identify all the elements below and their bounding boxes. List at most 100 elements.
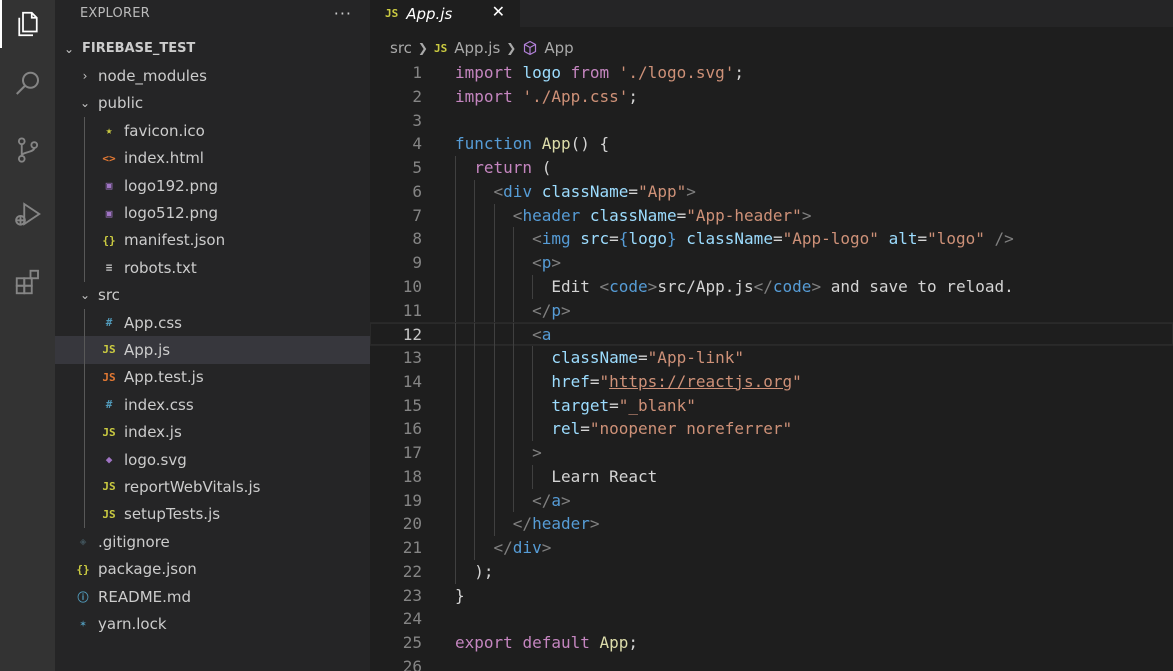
tab-app-js[interactable]: JS App.js ✕	[370, 0, 520, 27]
code-line[interactable]: 18 Learn React	[370, 464, 1173, 489]
code-line[interactable]: 2 import './App.css';	[370, 85, 1173, 109]
code-line[interactable]: 25 export default App;	[370, 631, 1173, 655]
tree-file[interactable]: ▣ logo512.png	[55, 199, 370, 227]
tree-file[interactable]: ◈ .gitignore	[55, 528, 370, 555]
code-token: return	[474, 158, 533, 177]
code-line[interactable]: 9 <p>	[370, 251, 1173, 275]
code-line[interactable]: 5 return (	[370, 156, 1173, 180]
indent-guide	[84, 418, 85, 446]
tree-file[interactable]: ▣ logo192.png	[55, 171, 370, 200]
code-line[interactable]: 22 );	[370, 559, 1173, 584]
code-token: logo	[628, 229, 667, 249]
search-button[interactable]	[0, 60, 55, 108]
tree-file[interactable]: # index.css	[55, 391, 370, 419]
code-token: >	[551, 253, 561, 272]
close-icon[interactable]: ✕	[492, 2, 505, 21]
line-number: 13	[402, 348, 422, 367]
tree-file[interactable]: <> index.html	[55, 144, 370, 172]
code-line[interactable]: 16 rel="noopener noreferrer"	[370, 417, 1173, 441]
code-line[interactable]: 3	[370, 109, 1173, 133]
line-number: 11	[402, 300, 422, 320]
tree-file[interactable]: JS setupTests.js	[55, 500, 370, 529]
code-line[interactable]: 6 <div className="App">	[370, 179, 1173, 204]
line-number: 16	[402, 419, 422, 439]
code-text: );	[455, 560, 494, 584]
code-token: div	[512, 538, 542, 557]
tree-folder[interactable]: › node_modules	[55, 62, 370, 89]
code-text: <a	[455, 323, 551, 347]
tree-file[interactable]: JS App.js	[55, 336, 370, 364]
code-line[interactable]: 23}	[370, 584, 1173, 608]
code-line[interactable]: 7 <header className="App-header">	[370, 203, 1173, 228]
tree-file[interactable]: JS App.test.js	[55, 363, 370, 392]
tree-file[interactable]: ≡ robots.txt	[55, 254, 370, 282]
breadcrumb-file[interactable]: App.js	[454, 39, 500, 57]
code-line[interactable]: 26	[370, 655, 1173, 671]
tree-folder[interactable]: ⌄ src	[55, 282, 370, 309]
tree-file[interactable]: {} package.json	[55, 555, 370, 582]
code-token: =	[628, 181, 639, 201]
code-token: />	[994, 229, 1014, 249]
js-file-icon: JS	[433, 41, 448, 55]
tree-file[interactable]: ◆ logo.svg	[55, 445, 370, 474]
code-line[interactable]: 17 >	[370, 441, 1173, 465]
code-line[interactable]: 24	[370, 607, 1173, 631]
code-line[interactable]: 15 target="_blank"	[370, 393, 1173, 418]
tree-folder[interactable]: ⌄ public	[55, 90, 370, 117]
code-text: <div className="App">	[455, 180, 696, 204]
code-line[interactable]: 10 Edit <code>src/App.js</code> and save…	[370, 274, 1173, 299]
code-token: div	[503, 181, 533, 201]
code-line[interactable]: 4 function App() {	[370, 132, 1173, 156]
code-line[interactable]: 20 </header>	[370, 512, 1173, 536]
line-number: 10	[402, 276, 422, 296]
code-token: );	[455, 561, 494, 581]
text-icon: ≡	[105, 261, 113, 275]
breadcrumb-symbol[interactable]: App	[544, 39, 573, 57]
code-line[interactable]: 11 </p>	[370, 298, 1173, 323]
source-control-button[interactable]	[0, 126, 55, 174]
line-number: 21	[402, 538, 422, 557]
tree-file[interactable]: {} manifest.json	[55, 226, 370, 255]
code-token: className	[589, 205, 677, 225]
code-line[interactable]: 19 </a>	[370, 488, 1173, 513]
code-editor[interactable]: 1 import logo from './logo.svg'; 2 import '…	[370, 61, 1173, 671]
tree-root-folder[interactable]: ⌄ FIREBASE_TEST	[55, 35, 370, 62]
breadcrumb-folder[interactable]: src	[390, 39, 412, 57]
code-line[interactable]: 14 href="https://reactjs.org"	[370, 369, 1173, 394]
line-number: 5	[412, 158, 422, 177]
image-icon: ▣	[105, 206, 113, 220]
more-actions-icon[interactable]: ···	[334, 4, 352, 23]
code-line[interactable]: 8 <img src={logo} className="App-logo" a…	[370, 227, 1173, 251]
code-text: Edit <code>src/App.js</code> and save to…	[455, 275, 1013, 299]
line-number: 20	[402, 514, 422, 534]
tree-file[interactable]: ⓘ README.md	[55, 583, 370, 610]
extensions-button[interactable]	[0, 258, 55, 306]
code-token: href	[551, 371, 590, 391]
tree-file[interactable]: JS index.js	[55, 418, 370, 446]
run-debug-button[interactable]	[0, 190, 55, 238]
tree-file[interactable]: JS reportWebVitals.js	[55, 473, 370, 501]
tree-item-label: .gitignore	[98, 532, 170, 551]
code-token: a	[541, 325, 552, 345]
tree-file[interactable]: # App.css	[55, 308, 370, 337]
code-text: function App() {	[455, 132, 609, 156]
code-token: =	[772, 229, 783, 249]
code-token: logo	[522, 63, 561, 82]
tree-file[interactable]: ★ favicon.ico	[55, 117, 370, 145]
code-line[interactable]: 1 import logo from './logo.svg';	[370, 61, 1173, 85]
tree-file[interactable]: ✶ yarn.lock	[55, 610, 370, 637]
code-line[interactable]: 21 </div>	[370, 536, 1173, 560]
code-line[interactable]: 12 <a	[370, 322, 1173, 347]
line-number: 12	[402, 325, 422, 345]
code-token: className	[686, 229, 773, 249]
tree-item-label: manifest.json	[124, 231, 226, 250]
explorer-button[interactable]	[0, 0, 55, 48]
code-token: "App"	[638, 181, 687, 201]
code-line[interactable]: 13 className="App-link"	[370, 346, 1173, 370]
